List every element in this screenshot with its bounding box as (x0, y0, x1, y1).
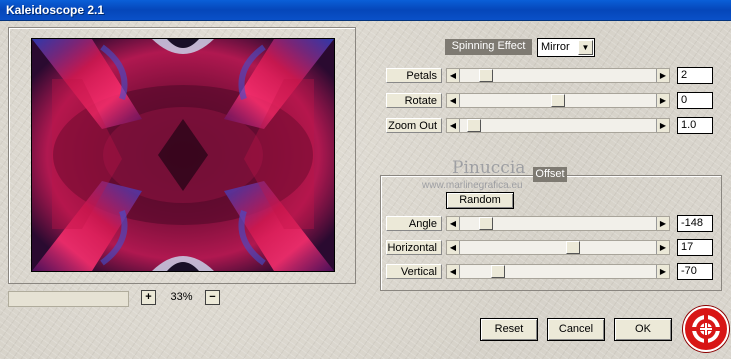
zoom-out-slider-thumb[interactable] (467, 119, 481, 132)
left-arrow-icon[interactable]: ◀ (447, 265, 460, 278)
angle-label: Angle (386, 216, 442, 231)
window-title: Kaleidoscope 2.1 (6, 3, 105, 17)
petals-value-input[interactable]: 2 (677, 67, 713, 84)
ok-button[interactable]: OK (614, 318, 672, 341)
rotate-label: Rotate (386, 93, 442, 108)
horizontal-value-input[interactable]: 17 (677, 239, 713, 256)
preview-frame (8, 27, 356, 284)
zoom-value: 33% (170, 291, 193, 303)
angle-value-input[interactable]: -148 (677, 215, 713, 232)
vertical-slider[interactable]: ◀ ▶ (446, 264, 670, 279)
zoom-in-button[interactable]: + (141, 290, 156, 305)
rotate-slider[interactable]: ◀ ▶ (446, 93, 670, 108)
preview-image[interactable] (31, 38, 335, 272)
vertical-slider-thumb[interactable] (491, 265, 505, 278)
petals-slider[interactable]: ◀ ▶ (446, 68, 670, 83)
zoom-out-value-input[interactable]: 1.0 (677, 117, 713, 134)
left-arrow-icon[interactable]: ◀ (447, 119, 460, 132)
right-arrow-icon[interactable]: ▶ (656, 119, 669, 132)
rotate-slider-thumb[interactable] (551, 94, 565, 107)
right-arrow-icon[interactable]: ▶ (656, 94, 669, 107)
left-arrow-icon[interactable]: ◀ (447, 94, 460, 107)
vertical-label: Vertical (386, 264, 442, 279)
status-field (8, 291, 129, 307)
vertical-value-input[interactable]: -70 (677, 263, 713, 280)
zoom-out-label: Zoom Out (386, 118, 442, 133)
zoom-out-button[interactable]: − (205, 290, 220, 305)
right-arrow-icon[interactable]: ▶ (656, 69, 669, 82)
angle-slider[interactable]: ◀ ▶ (446, 216, 670, 231)
petals-slider-thumb[interactable] (479, 69, 493, 82)
rotate-value-input[interactable]: 0 (677, 92, 713, 109)
angle-slider-thumb[interactable] (479, 217, 493, 230)
right-arrow-icon[interactable]: ▶ (656, 241, 669, 254)
spinning-effect-title: Spinning Effect (445, 39, 532, 55)
horizontal-slider-thumb[interactable] (566, 241, 580, 254)
spinning-mode-value: Mirror (541, 41, 570, 53)
left-arrow-icon[interactable]: ◀ (447, 69, 460, 82)
cancel-button[interactable]: Cancel (547, 318, 605, 341)
right-arrow-icon[interactable]: ▶ (656, 265, 669, 278)
zoom-out-slider[interactable]: ◀ ▶ (446, 118, 670, 133)
reset-button[interactable]: Reset (480, 318, 538, 341)
left-arrow-icon[interactable]: ◀ (447, 241, 460, 254)
random-button[interactable]: Random (446, 192, 514, 209)
right-arrow-icon[interactable]: ▶ (656, 217, 669, 230)
horizontal-slider[interactable]: ◀ ▶ (446, 240, 670, 255)
lifebuoy-logo-icon[interactable] (683, 306, 729, 352)
offset-title: Offset (533, 167, 567, 182)
chevron-down-icon[interactable]: ▼ (578, 40, 593, 55)
horizontal-label: Horizontal (386, 240, 442, 255)
title-bar[interactable]: Kaleidoscope 2.1 (0, 0, 731, 21)
spinning-mode-select[interactable]: Mirror ▼ (537, 38, 595, 57)
petals-label: Petals (386, 68, 442, 83)
left-arrow-icon[interactable]: ◀ (447, 217, 460, 230)
